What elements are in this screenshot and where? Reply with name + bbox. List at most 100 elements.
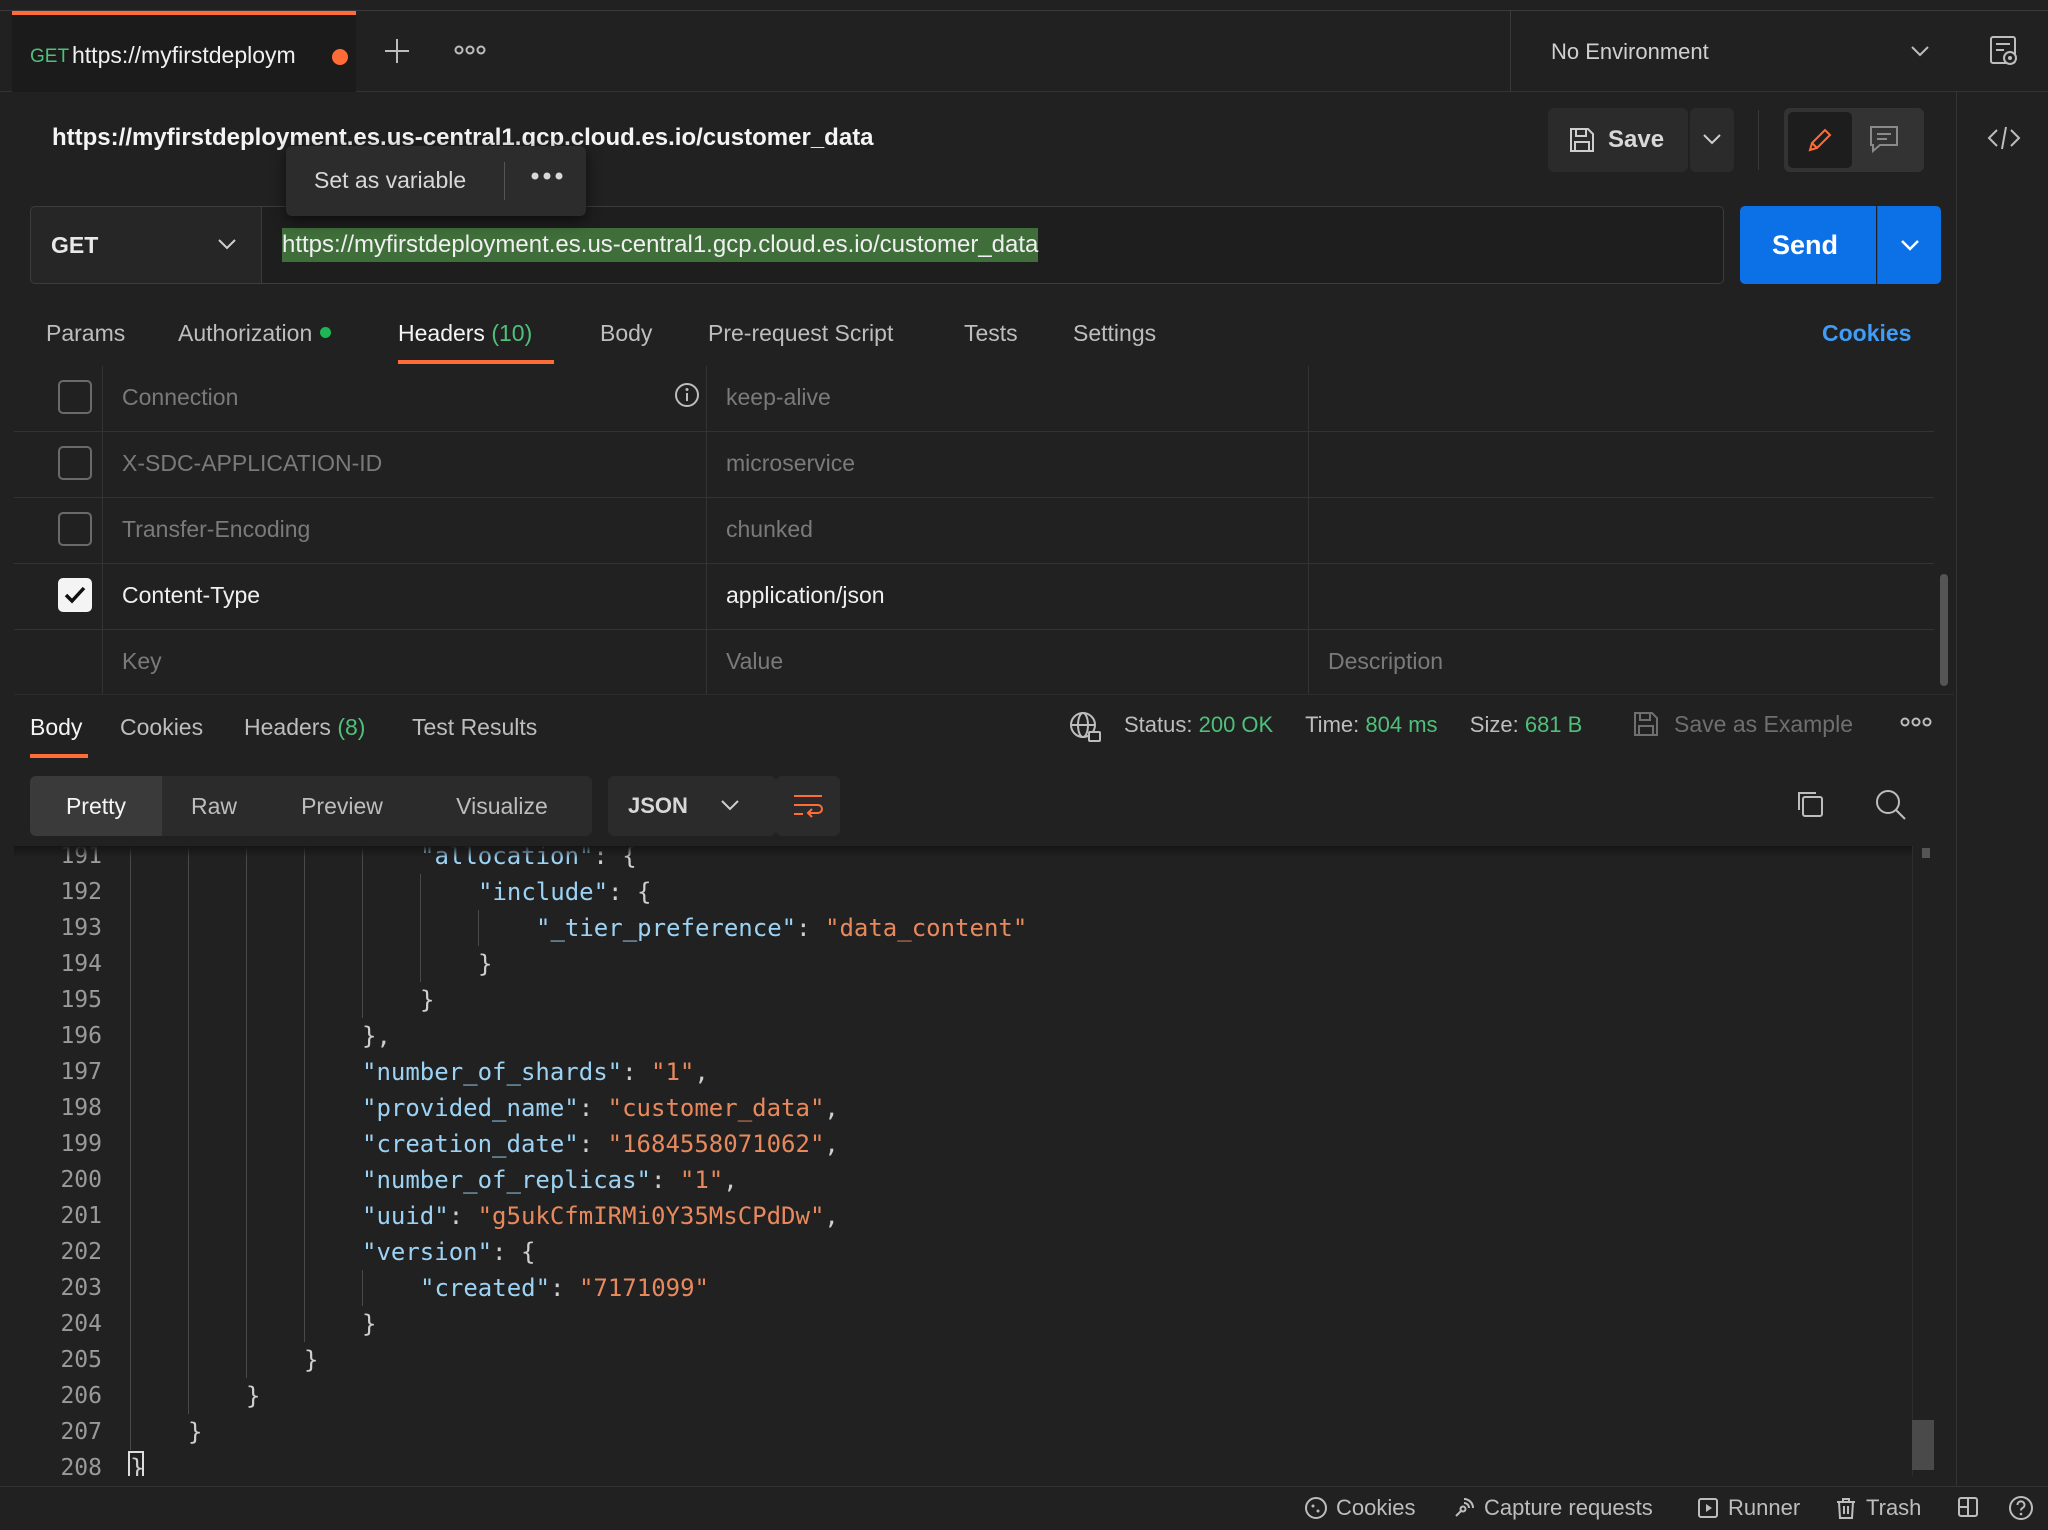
- indent-guide: [246, 1054, 247, 1090]
- header-checkbox[interactable]: [58, 446, 92, 480]
- send-button[interactable]: Send: [1740, 206, 1876, 284]
- header-key[interactable]: Content-Type: [122, 582, 260, 609]
- response-tab-headers[interactable]: Headers (8): [244, 714, 365, 741]
- header-checkbox-checked[interactable]: [58, 578, 92, 612]
- code-text: },: [362, 1018, 391, 1054]
- statusbar-cookies[interactable]: Cookies: [1304, 1495, 1415, 1521]
- line-number: 198: [60, 1095, 102, 1121]
- header-value[interactable]: microservice: [726, 450, 855, 477]
- new-header-key-input[interactable]: Key: [122, 648, 162, 675]
- header-value[interactable]: keep-alive: [726, 384, 831, 411]
- json-punctuation: }: [188, 1418, 203, 1446]
- save-dropdown-button[interactable]: [1690, 108, 1734, 172]
- info-icon[interactable]: [674, 382, 700, 408]
- code-line: 207}: [14, 1414, 1894, 1450]
- response-tab-body[interactable]: Body: [30, 714, 82, 741]
- response-more-icon[interactable]: [1900, 712, 1932, 732]
- code-line: 200 "number_of_replicas": "1",: [14, 1162, 1894, 1198]
- save-button[interactable]: Save: [1548, 108, 1688, 172]
- code-text: "include": {: [478, 874, 651, 910]
- statusbar-capture-requests[interactable]: Capture requests: [1452, 1495, 1653, 1521]
- tab-params[interactable]: Params: [46, 320, 125, 347]
- statusbar-trash[interactable]: Trash: [1834, 1495, 1921, 1521]
- send-dropdown-button[interactable]: [1877, 206, 1941, 284]
- json-string: "1": [679, 1166, 724, 1194]
- pane-divider[interactable]: [14, 694, 1954, 695]
- url-input[interactable]: https://myfirstdeployment.es.us-central1…: [262, 206, 1724, 284]
- environment-select[interactable]: No Environment: [1511, 11, 1956, 92]
- time-value[interactable]: 804 ms: [1365, 712, 1437, 737]
- code-snippet-icon[interactable]: [1986, 124, 2022, 152]
- set-as-variable-button[interactable]: Set as variable: [314, 167, 466, 194]
- environment-quick-look-icon[interactable]: [1988, 34, 2020, 68]
- more-tabs-icon[interactable]: [454, 40, 486, 60]
- tab-authorization[interactable]: Authorization: [178, 320, 332, 347]
- response-tab-cookies[interactable]: Cookies: [120, 714, 203, 741]
- new-tab-plus-icon[interactable]: [382, 36, 412, 66]
- view-visualize[interactable]: Visualize: [418, 776, 586, 836]
- statusbar-runner[interactable]: Runner: [1696, 1495, 1800, 1521]
- json-string: "1": [651, 1058, 695, 1086]
- request-tab[interactable]: GET https://myfirstdeploym: [12, 11, 356, 92]
- comment-icon[interactable]: [1868, 124, 1900, 154]
- header-value[interactable]: chunked: [726, 516, 813, 543]
- table-row: Content-Type application/json: [14, 564, 1934, 630]
- auth-status-dot: [320, 327, 332, 338]
- view-pretty[interactable]: Pretty: [30, 776, 162, 836]
- response-body-editor[interactable]: 191"allocation": {192"include": {193"_ti…: [14, 846, 1914, 1476]
- header-value[interactable]: application/json: [726, 582, 885, 609]
- line-number: 202: [60, 1239, 102, 1265]
- size-value[interactable]: 681 B: [1525, 712, 1583, 737]
- line-number: 195: [60, 987, 102, 1013]
- copy-icon[interactable]: [1794, 788, 1826, 820]
- tab-pre-request-script[interactable]: Pre-request Script: [708, 320, 893, 347]
- code-line: 195}: [14, 982, 1894, 1018]
- header-key[interactable]: Transfer-Encoding: [122, 516, 310, 543]
- popover-more-icon[interactable]: [530, 166, 564, 186]
- network-globe-icon[interactable]: [1068, 710, 1102, 744]
- status-value[interactable]: 200 OK: [1199, 712, 1274, 737]
- code-text: "creation_date": "1684558071062",: [362, 1126, 839, 1162]
- edit-mode-button[interactable]: [1788, 112, 1852, 168]
- indent-guide: [130, 1378, 131, 1414]
- line-number: 194: [60, 951, 102, 977]
- code-line: 193 "_tier_preference": "data_content": [14, 910, 1894, 946]
- two-pane-icon[interactable]: [1956, 1495, 1980, 1519]
- search-icon[interactable]: [1874, 788, 1908, 822]
- response-tab-test-results[interactable]: Test Results: [412, 714, 537, 741]
- format-select[interactable]: JSON: [608, 776, 776, 836]
- new-header-description-input[interactable]: Description: [1328, 648, 1443, 675]
- pencil-icon: [1805, 125, 1835, 155]
- indent-guide: [362, 910, 363, 946]
- editor-scrollbar-track[interactable]: [1912, 846, 1934, 1476]
- editor-top-shadow: [14, 846, 1934, 858]
- editor-scrollbar-thumb[interactable]: [1912, 1420, 1934, 1470]
- view-preview[interactable]: Preview: [266, 776, 418, 836]
- indent-guide: [246, 1270, 247, 1306]
- json-key: "number_of_replicas": [362, 1166, 651, 1194]
- method-select[interactable]: GET: [30, 206, 262, 284]
- headers-scrollbar[interactable]: [1940, 574, 1948, 686]
- new-header-value-input[interactable]: Value: [726, 648, 783, 675]
- headers-count: (10): [491, 320, 533, 346]
- indent-guide: [130, 1234, 131, 1270]
- tab-body[interactable]: Body: [600, 320, 652, 347]
- tab-headers[interactable]: Headers (10): [398, 320, 532, 347]
- indent-guide: [362, 982, 363, 1018]
- table-row: Transfer-Encoding chunked: [14, 498, 1934, 564]
- statusbar-runner-label: Runner: [1728, 1495, 1801, 1520]
- indent-guide: [246, 910, 247, 946]
- tab-settings[interactable]: Settings: [1073, 320, 1156, 347]
- header-key[interactable]: Connection: [122, 384, 238, 411]
- code-line: 208}: [14, 1450, 1894, 1476]
- header-checkbox[interactable]: [58, 512, 92, 546]
- cookies-link[interactable]: Cookies: [1822, 320, 1911, 347]
- tab-tests[interactable]: Tests: [964, 320, 1018, 347]
- header-checkbox[interactable]: [58, 380, 92, 414]
- view-raw[interactable]: Raw: [162, 776, 266, 836]
- header-key[interactable]: X-SDC-APPLICATION-ID: [122, 450, 382, 477]
- save-as-example-button[interactable]: Save as Example: [1632, 710, 1853, 738]
- wrap-lines-button[interactable]: [776, 776, 840, 836]
- code-line: 192 "include": {: [14, 874, 1894, 910]
- help-icon[interactable]: [2008, 1495, 2034, 1521]
